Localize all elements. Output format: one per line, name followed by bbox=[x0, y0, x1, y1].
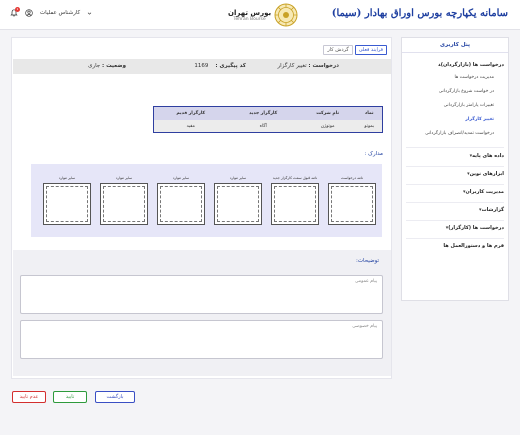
cell-company: موتوژن bbox=[298, 120, 357, 133]
sidebar-divider bbox=[406, 184, 504, 185]
document-item[interactable]: سایر موارد bbox=[100, 176, 148, 227]
chevron-down-icon[interactable] bbox=[87, 11, 92, 16]
column-header-company: نام شرکت bbox=[298, 106, 357, 121]
descriptions-section: توضیحات: پیام عمومی پیام خصوصی bbox=[13, 250, 391, 376]
document-label: سایر موارد bbox=[115, 176, 133, 180]
sidebar-item-requests-market-maker[interactable]: درخواست ها (بازارگردان) ▴ bbox=[406, 60, 504, 70]
sidebar-subitem-renew-cancel[interactable]: درخواست تمدید/انصراف بازارگردانی bbox=[425, 131, 494, 136]
tracking-code-field: کد پیگیری : 1169 bbox=[194, 63, 246, 69]
document-item[interactable]: نامه قبول سمت کارگزار جدید bbox=[271, 176, 319, 227]
request-info-bar: درخواست : تغییر کارگزار کد پیگیری : 1169… bbox=[13, 59, 391, 74]
user-panel-sidebar: پنل کاربری درخواست ها (بازارگردان) ▴ مدی… bbox=[401, 37, 509, 301]
column-header-old-broker: کارگزار قدیم bbox=[153, 106, 228, 121]
tracking-code-label: کد پیگیری : bbox=[215, 63, 246, 69]
top-header: 1 کارشناس عملیات بورس تهران Tehran Bours… bbox=[0, 0, 520, 30]
table-header-row: نماد نام شرکت کارگزار جدید کارگزار قدیم bbox=[153, 106, 383, 121]
chevron-down-icon: ▾ bbox=[469, 153, 473, 159]
document-thumbnail[interactable] bbox=[43, 183, 91, 225]
document-label: سایر موارد bbox=[229, 176, 247, 180]
request-type-label: درخواست : bbox=[308, 63, 339, 69]
sidebar-item-label: فرم ها و دستورالعمل ها bbox=[443, 243, 504, 249]
status-label: وضعیت : bbox=[101, 63, 126, 69]
sidebar-item-base-data[interactable]: داده های پایه ▾ bbox=[406, 151, 504, 161]
sidebar-divider bbox=[406, 147, 504, 148]
sidebar-item-label: ابزارهای نوین bbox=[469, 171, 504, 177]
document-thumbnail[interactable] bbox=[328, 183, 376, 225]
status-field: وضعیت : جاری bbox=[88, 63, 126, 69]
sidebar-item-new-tools[interactable]: ابزارهای نوین ▾ bbox=[406, 169, 504, 179]
private-message-textarea[interactable]: پیام خصوصی bbox=[20, 320, 383, 359]
document-thumbnail[interactable] bbox=[100, 183, 148, 225]
sidebar-item-forms-guidelines[interactable]: فرم ها و دستورالعمل ها bbox=[406, 241, 504, 251]
sidebar-subitem-broker-change[interactable]: تغییر کارگزار bbox=[465, 117, 494, 122]
sidebar-item-reports[interactable]: گزارشات ▾ bbox=[406, 205, 504, 215]
documents-area: نامه درخواست نامه قبول سمت کارگزار جدید … bbox=[31, 164, 382, 237]
notification-count-badge: 1 bbox=[15, 7, 20, 12]
sidebar-item-label: مدیریت کاربران bbox=[465, 189, 504, 195]
sidebar-item-requests-broker[interactable]: درخواست ها (کارگزار) ▾ bbox=[406, 223, 504, 233]
tracking-code-value: 1169 bbox=[194, 63, 209, 69]
sidebar-subitem-start-market-making[interactable]: در خواست شروع بازارگردانی bbox=[439, 89, 494, 94]
chevron-up-icon: ▴ bbox=[438, 62, 441, 68]
logo-subtitle: Tehran Bourse bbox=[233, 16, 266, 22]
document-item[interactable]: سایر موارد bbox=[214, 176, 262, 227]
chevron-down-icon: ▾ bbox=[467, 171, 470, 177]
app-title: سامانه یکپارچه بورس اوراق بهادار (سیما) bbox=[331, 8, 508, 19]
logo-title: بورس تهران bbox=[228, 8, 272, 17]
notification-bell-icon[interactable]: 1 bbox=[10, 7, 20, 17]
chevron-down-icon: ▾ bbox=[445, 225, 449, 231]
document-label: نامه درخواست bbox=[340, 176, 364, 180]
documents-title: مدارک : bbox=[364, 151, 383, 157]
sidebar-item-label: درخواست ها (بازارگردان) bbox=[440, 62, 504, 68]
sidebar-divider bbox=[406, 202, 504, 203]
sidebar-item-user-management[interactable]: مدیریت کاربران ▾ bbox=[406, 187, 504, 197]
tab-workflow[interactable]: گردش کار bbox=[323, 45, 353, 55]
sidebar-title: پنل کاربری bbox=[402, 38, 508, 53]
cell-new-broker: آگاه bbox=[227, 120, 299, 133]
request-type-field: درخواست : تغییر کارگزار bbox=[278, 63, 339, 69]
logo-emblem-icon bbox=[274, 3, 298, 27]
sidebar-divider bbox=[406, 220, 504, 221]
document-label: سایر موارد bbox=[58, 176, 76, 180]
sidebar-divider bbox=[406, 166, 504, 167]
column-header-new-broker: کارگزار جدید bbox=[227, 106, 299, 121]
document-item[interactable]: سایر موارد bbox=[157, 176, 205, 227]
cell-symbol: بموتو bbox=[356, 120, 383, 133]
sidebar-item-label: داده های پایه bbox=[472, 153, 504, 159]
tab-bar: گردش کار فرایند فعلی bbox=[323, 45, 387, 55]
sidebar-item-label: درخواست ها (کارگزار) bbox=[448, 225, 504, 231]
sidebar-item-label: گزارشات bbox=[481, 207, 504, 213]
request-type-value: تغییر کارگزار bbox=[277, 63, 307, 69]
tehran-bourse-logo: بورس تهران Tehran Bourse bbox=[228, 3, 298, 27]
document-item[interactable]: سایر موارد bbox=[43, 176, 91, 227]
cell-old-broker: مفید bbox=[153, 120, 228, 133]
document-item[interactable]: نامه درخواست bbox=[328, 176, 376, 227]
reject-button[interactable]: عدم تایید bbox=[12, 391, 46, 403]
main-panel: گردش کار فرایند فعلی درخواست : تغییر کار… bbox=[11, 37, 392, 379]
document-thumbnail[interactable] bbox=[271, 183, 319, 225]
descriptions-title: توضیحات: bbox=[356, 258, 379, 264]
document-thumbnail[interactable] bbox=[157, 183, 205, 225]
broker-change-table: نماد نام شرکت کارگزار جدید کارگزار قدیم … bbox=[153, 106, 383, 133]
sidebar-divider bbox=[406, 238, 504, 239]
status-value: جاری bbox=[88, 63, 101, 69]
column-header-symbol: نماد bbox=[356, 106, 383, 121]
user-role-label[interactable]: کارشناس عملیات bbox=[40, 10, 80, 16]
chevron-down-icon: ▾ bbox=[479, 207, 482, 213]
user-avatar-icon[interactable] bbox=[25, 9, 33, 17]
document-thumbnail[interactable] bbox=[214, 183, 262, 225]
chevron-down-icon: ▾ bbox=[462, 189, 466, 195]
public-message-textarea[interactable]: پیام عمومی bbox=[20, 275, 383, 314]
header-user-area: 1 کارشناس عملیات bbox=[10, 7, 92, 17]
sidebar-subitem-parameter-changes[interactable]: تغییرات پارامتر بازارگردانی bbox=[444, 103, 494, 108]
tab-current-process[interactable]: فرایند فعلی bbox=[354, 45, 387, 55]
back-button[interactable]: بازگشت bbox=[95, 391, 135, 403]
table-row: بموتو موتوژن آگاه مفید bbox=[153, 120, 383, 133]
approve-button[interactable]: تایید bbox=[53, 391, 87, 403]
sidebar-subitem-manage-requests[interactable]: مدیریت درخواست ها bbox=[454, 75, 494, 80]
document-label: نامه قبول سمت کارگزار جدید bbox=[272, 176, 318, 180]
document-label: سایر موارد bbox=[172, 176, 190, 180]
